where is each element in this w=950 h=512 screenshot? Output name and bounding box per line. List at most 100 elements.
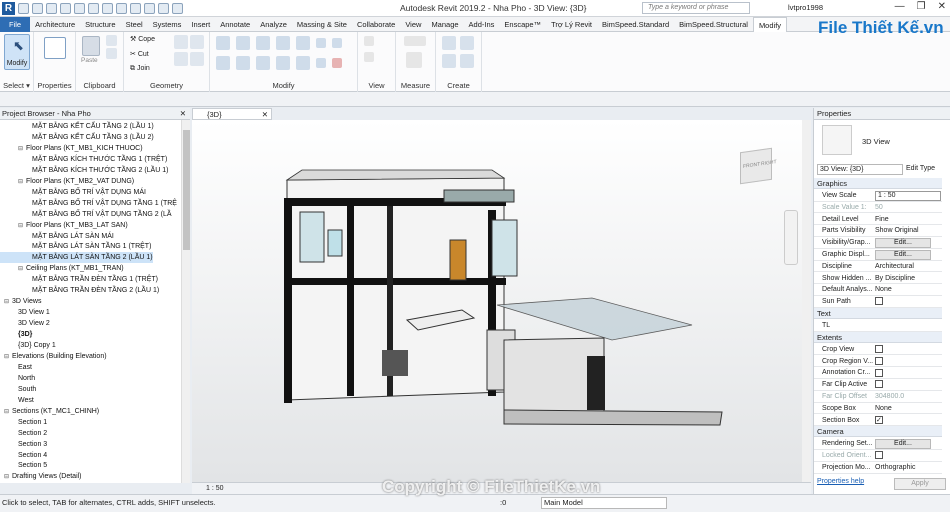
join-button[interactable]: ⧉ Join	[130, 65, 150, 73]
property-value[interactable]: None	[875, 284, 941, 295]
property-value[interactable]	[875, 450, 941, 461]
sync-icon[interactable]	[46, 2, 57, 14]
property-section-graphics[interactable]: Graphics	[814, 178, 942, 189]
tree-item[interactable]: ⊟ Drafting Views (Detail)	[0, 471, 82, 482]
tab-manage[interactable]: Manage	[426, 17, 463, 32]
tree-item[interactable]: ⊟ Sections (KT_MC1_CHINH)	[0, 406, 99, 417]
tree-item[interactable]: MẶT BẰNG BỐ TRÍ VẬT DỤNG MÁI	[0, 187, 146, 198]
property-value[interactable]	[875, 296, 941, 307]
create-similar-icon[interactable]	[460, 54, 474, 68]
checkbox[interactable]	[875, 380, 883, 389]
array-icon[interactable]	[296, 56, 310, 70]
property-value[interactable]: 304800.0	[875, 391, 941, 402]
create-group-icon[interactable]	[442, 54, 456, 68]
split-face-icon[interactable]	[174, 35, 188, 49]
tab-structure[interactable]: Structure	[80, 17, 120, 32]
properties-icon[interactable]	[44, 37, 66, 59]
tab-analyze[interactable]: Analyze	[255, 17, 292, 32]
override-icon[interactable]	[364, 52, 374, 62]
thin-lines-icon[interactable]	[158, 2, 169, 14]
close-icon[interactable]: ✕	[180, 108, 186, 120]
property-section-text[interactable]: Text	[814, 308, 942, 319]
property-value[interactable]	[875, 379, 941, 390]
tree-item[interactable]: Section 5	[0, 460, 47, 471]
copy-icon[interactable]	[106, 48, 117, 59]
property-value[interactable]: Fine	[875, 214, 941, 225]
3d-viewport[interactable]: FRONT RIGHT	[192, 120, 811, 482]
properties-help-link[interactable]: Properties help	[817, 478, 864, 485]
cut-icon[interactable]	[106, 35, 117, 46]
type-name[interactable]: 3D View	[862, 137, 890, 146]
text-icon[interactable]	[116, 2, 127, 14]
tab-architecture[interactable]: Architecture	[30, 17, 80, 32]
tab-annotate[interactable]: Annotate	[215, 17, 255, 32]
project-browser-scrollbar[interactable]	[181, 120, 190, 483]
checkbox[interactable]: ✓	[875, 415, 883, 424]
apply-button[interactable]: Apply	[894, 478, 946, 490]
unpin-icon[interactable]	[332, 38, 342, 48]
tree-item[interactable]: West	[0, 395, 34, 406]
cope-button[interactable]: ⚒ Cope	[130, 35, 155, 43]
navigation-bar[interactable]	[784, 210, 798, 265]
split-icon[interactable]	[296, 36, 310, 50]
save-icon[interactable]	[32, 2, 43, 14]
tree-item[interactable]: ⊟ Floor Plans (KT_MB1_KICH THUOC)	[0, 143, 143, 154]
tree-item[interactable]: MẶT BẰNG KẾT CẤU TẦNG 2 (LẦU 1)	[0, 121, 154, 132]
demolish-icon[interactable]	[190, 52, 204, 66]
tree-item[interactable]: ⊟ Floor Plans (KT_MB2_VAT DUNG)	[0, 176, 134, 187]
tree-item[interactable]: MẶT BẰNG TRẦN ĐÈN TẦNG 2 (LẦU 1)	[0, 285, 159, 296]
instance-selector[interactable]: 3D View: {3D}	[817, 164, 903, 175]
search-input[interactable]: Type a keyword or phrase	[642, 2, 750, 14]
tab-tr-l-revit[interactable]: Trợ Lý Revit	[546, 17, 597, 32]
restore-button[interactable]: ❐	[917, 1, 926, 12]
edit-button[interactable]: Edit...	[875, 238, 931, 249]
close-button[interactable]: ✕	[938, 1, 946, 12]
tree-item[interactable]: MẶT BẰNG KÍCH THƯỚC TẦNG 2 (LẦU 1)	[0, 165, 168, 176]
viewport-scrollbar[interactable]	[802, 120, 811, 482]
close-icon[interactable]: ✕	[262, 109, 268, 120]
measure-distance-icon[interactable]	[404, 36, 426, 46]
cut-geometry-button[interactable]: ✂ Cut	[130, 50, 149, 58]
mirror-axis-icon[interactable]	[256, 36, 270, 50]
copy-element-icon[interactable]	[236, 56, 250, 70]
redo-icon[interactable]	[74, 2, 85, 14]
checkbox[interactable]	[875, 451, 883, 460]
tree-item[interactable]: MẶT BẰNG LÁT SÀN TẦNG 2 (LẦU 1)	[0, 252, 153, 264]
view-scale[interactable]: 1 : 50	[206, 485, 224, 492]
property-value[interactable]: Edit...	[875, 237, 941, 249]
tab-modify[interactable]: Modify	[752, 16, 788, 32]
property-value[interactable]: Orthographic	[875, 462, 941, 473]
expand-toggle-icon[interactable]: ⊟	[4, 472, 12, 483]
rotate-icon[interactable]	[256, 56, 270, 70]
wall-joins-icon[interactable]	[174, 52, 188, 66]
tree-item[interactable]: MẶT BẰNG LÁT SÀN TẦNG 1 (TRỆT)	[0, 241, 151, 252]
pin-icon[interactable]	[316, 38, 326, 48]
close-views-icon[interactable]	[172, 2, 183, 14]
tree-item[interactable]: South	[0, 384, 36, 395]
design-option-selector[interactable]: Main Model	[541, 497, 667, 509]
tree-item[interactable]: ⊟ Ceiling Plans (KT_MB1_TRAN)	[0, 263, 124, 274]
tab-add-ins[interactable]: Add-Ins	[464, 17, 500, 32]
tree-item[interactable]: MẶT BẰNG TRẦN ĐÈN TẦNG 1 (TRỆT)	[0, 274, 158, 285]
align-icon[interactable]	[216, 36, 230, 50]
tree-item[interactable]: MẶT BẰNG KẾT CẤU TẦNG 3 (LẦU 2)	[0, 132, 154, 143]
tree-item[interactable]: ⊟ 3D Views	[0, 296, 41, 307]
property-section-extents[interactable]: Extents	[814, 331, 942, 343]
tab-view[interactable]: View	[400, 17, 426, 32]
viewcube[interactable]: FRONT RIGHT	[740, 147, 777, 185]
tree-item[interactable]: Section 2	[0, 428, 47, 439]
tab-collaborate[interactable]: Collaborate	[352, 17, 400, 32]
property-input[interactable]: 1 : 50	[875, 191, 941, 201]
tree-item[interactable]: MẶT BẰNG KÍCH THƯỚC TẦNG 1 (TRỆT)	[0, 154, 167, 165]
tree-item[interactable]: 3D View 2	[0, 318, 50, 329]
minimize-button[interactable]: —	[895, 1, 905, 12]
property-value[interactable]: Edit...	[875, 249, 941, 260]
tree-item[interactable]: Section 1	[0, 417, 47, 428]
offset-icon[interactable]	[236, 36, 250, 50]
tab-bimspeed-standard[interactable]: BimSpeed.Standard	[597, 17, 674, 32]
modify-button[interactable]: ⬉ Modify	[4, 34, 30, 70]
tab-bimspeed-structural[interactable]: BimSpeed.Structural	[674, 17, 753, 32]
tab-file[interactable]: File	[0, 16, 31, 32]
property-value[interactable]: None	[875, 403, 941, 414]
tree-item[interactable]: Section 3	[0, 439, 47, 450]
